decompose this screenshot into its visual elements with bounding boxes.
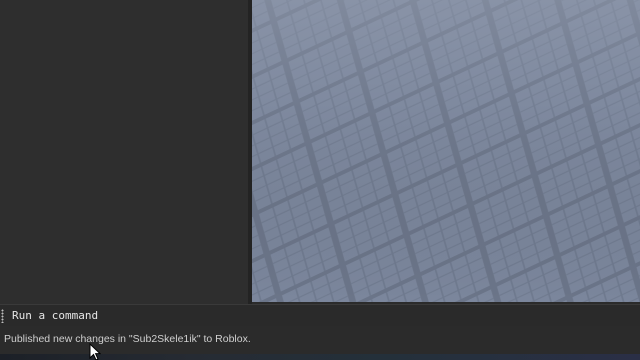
3d-viewport[interactable] xyxy=(252,0,640,302)
command-input[interactable] xyxy=(10,305,634,326)
grip-dots-icon[interactable] xyxy=(1,309,4,323)
studio-window: Published new changes in "Sub2Skele1ik" … xyxy=(0,0,640,360)
status-message: Published new changes in "Sub2Skele1ik" … xyxy=(4,333,251,345)
baseplate-grid xyxy=(252,0,640,302)
command-bar xyxy=(0,304,640,326)
mouse-cursor-icon xyxy=(89,343,101,360)
explorer-panel xyxy=(0,0,248,304)
